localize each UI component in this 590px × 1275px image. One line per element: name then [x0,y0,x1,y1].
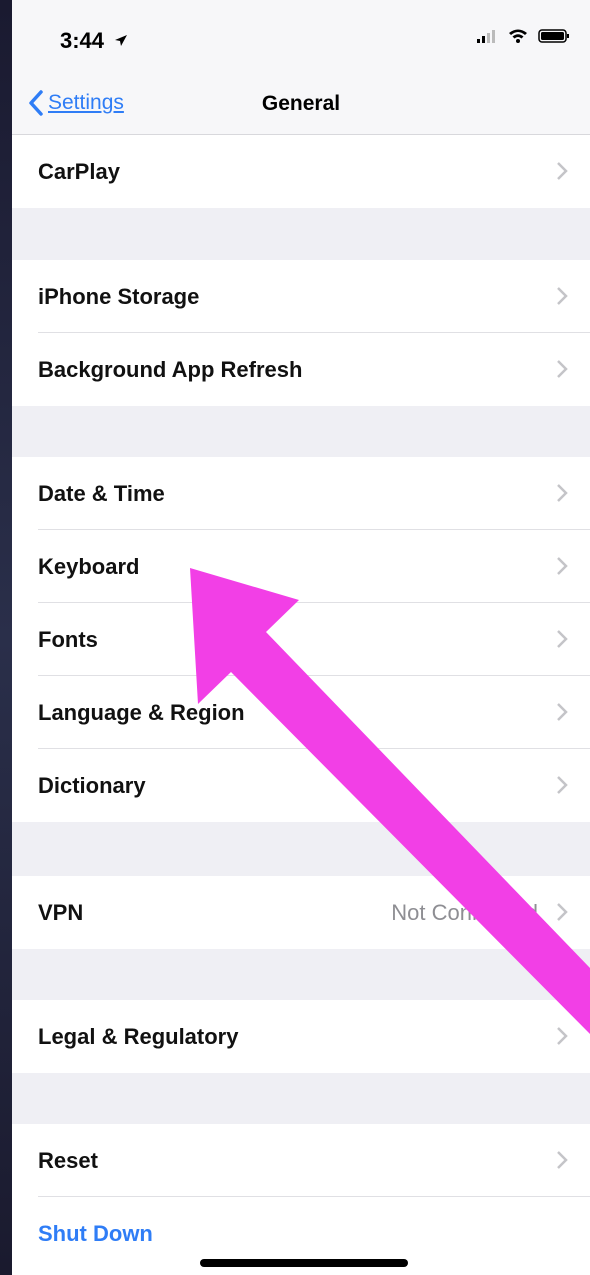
row-fonts[interactable]: Fonts [12,603,590,676]
signal-icon [477,29,495,43]
status-time: 3:44 [60,28,105,53]
row-dictionary[interactable]: Dictionary [12,749,590,822]
shut-down-label: Shut Down [38,1220,153,1246]
status-time-group: 3:44 [60,28,128,54]
row-date-time[interactable]: Date & Time [12,457,590,530]
chevron-right-icon [557,360,568,378]
settings-group-vpn: VPN Not Connected [12,876,590,949]
chevron-right-icon [557,557,568,575]
row-label: Background App Refresh [38,356,303,382]
row-carplay[interactable]: CarPlay [12,135,590,208]
chevron-right-icon [557,1027,568,1045]
settings-group-locale: Date & Time Keyboard Fonts Language & Re… [12,457,590,822]
location-arrow-icon [115,35,128,46]
chevron-right-icon [557,703,568,721]
device-frame-edge [0,0,12,1275]
navigation-bar: Settings General [12,82,590,135]
row-label: iPhone Storage [38,283,200,309]
settings-group-storage: iPhone Storage Background App Refresh [12,260,590,406]
chevron-right-icon [557,630,568,648]
settings-group-legal: Legal & Regulatory [12,1000,590,1073]
row-label: Fonts [38,626,98,652]
chevron-right-icon [557,776,568,794]
row-reset[interactable]: Reset [12,1124,590,1197]
status-bar: 3:44 [12,0,590,82]
chevron-right-icon [557,287,568,305]
row-keyboard[interactable]: Keyboard [12,530,590,603]
row-label: Reset [38,1147,98,1173]
settings-group-reset: Reset Shut Down [12,1124,590,1275]
row-label: Dictionary [38,772,146,798]
row-background-app-refresh[interactable]: Background App Refresh [12,333,590,406]
chevron-right-icon [557,484,568,502]
status-icons [476,28,570,43]
row-iphone-storage[interactable]: iPhone Storage [12,260,590,333]
row-label: Keyboard [38,553,140,579]
wifi-icon [509,29,527,43]
battery-icon [538,28,569,43]
page-title: General [261,92,341,115]
chevron-right-icon [557,903,568,921]
home-indicator [200,1259,408,1267]
settings-group-carplay: CarPlay [12,135,590,208]
vpn-status-value: Not Connected [391,899,538,925]
chevron-right-icon [557,1151,568,1169]
row-label: Date & Time [38,480,165,506]
row-label: Language & Region [38,699,245,725]
row-legal-regulatory[interactable]: Legal & Regulatory [12,1000,590,1073]
row-label: CarPlay [38,158,120,184]
row-label: VPN [38,899,84,925]
phone-screen: 3:44 Settings General CarPlay iPhone Sto… [12,0,590,1275]
row-vpn[interactable]: VPN Not Connected [12,876,590,949]
row-label: Legal & Regulatory [38,1023,239,1049]
row-language-region[interactable]: Language & Region [12,676,590,749]
chevron-right-icon [557,162,568,180]
